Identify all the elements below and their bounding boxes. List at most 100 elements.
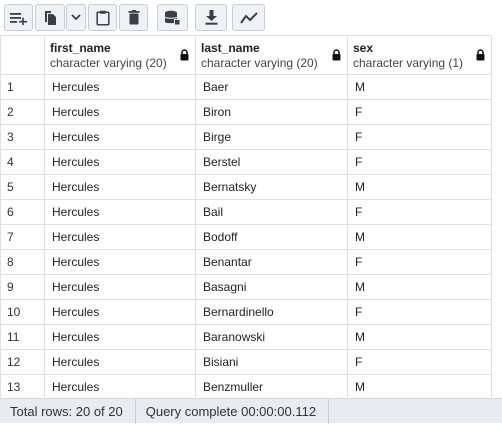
- cell-last-name[interactable]: Biron: [195, 99, 348, 125]
- row-number[interactable]: 12: [0, 349, 45, 375]
- cell-last-name[interactable]: Baer: [195, 74, 348, 100]
- table-row[interactable]: 10 Hercules Bernardinello F: [0, 299, 492, 325]
- row-number[interactable]: 9: [0, 274, 45, 300]
- cell-first-name[interactable]: Hercules: [44, 299, 196, 325]
- cell-first-name[interactable]: Hercules: [44, 274, 196, 300]
- save-data-button[interactable]: [157, 4, 188, 31]
- table-row[interactable]: 5 Hercules Bernatsky M: [0, 174, 492, 200]
- column-name: last_name: [201, 41, 260, 55]
- cell-sex[interactable]: F: [347, 99, 492, 125]
- header-row: first_name character varying (20) last_n…: [0, 35, 492, 75]
- cell-first-name[interactable]: Hercules: [44, 149, 196, 175]
- cell-first-name[interactable]: Hercules: [44, 249, 196, 275]
- cell-first-name[interactable]: Hercules: [44, 174, 196, 200]
- query-toolbar: [0, 0, 502, 35]
- table-row[interactable]: 4 Hercules Berstel F: [0, 149, 492, 175]
- graph-icon: [239, 11, 258, 24]
- column-name: first_name: [50, 41, 111, 55]
- add-row-icon: [9, 12, 27, 25]
- cell-first-name[interactable]: Hercules: [44, 324, 196, 350]
- cell-first-name[interactable]: Hercules: [44, 349, 196, 375]
- row-number[interactable]: 8: [0, 249, 45, 275]
- cell-last-name[interactable]: Berstel: [195, 149, 348, 175]
- row-number[interactable]: 1: [0, 74, 45, 100]
- delete-button[interactable]: [119, 4, 148, 31]
- data-output-grid: first_name character varying (20) last_n…: [0, 35, 502, 398]
- row-number[interactable]: 2: [0, 99, 45, 125]
- query-time-status: Query complete 00:00:00.112: [145, 403, 317, 419]
- cell-sex[interactable]: M: [347, 324, 492, 350]
- cell-sex[interactable]: F: [347, 124, 492, 150]
- column-header-first-name[interactable]: first_name character varying (20): [44, 35, 196, 75]
- cell-last-name[interactable]: Benzmuller: [195, 374, 348, 398]
- table-row[interactable]: 13 Hercules Benzmuller M: [0, 374, 492, 398]
- cell-sex[interactable]: M: [347, 174, 492, 200]
- cell-first-name[interactable]: Hercules: [44, 224, 196, 250]
- graph-visualiser-button[interactable]: [232, 4, 265, 31]
- cell-sex[interactable]: M: [347, 374, 492, 398]
- table-row[interactable]: 7 Hercules Bodoff M: [0, 224, 492, 250]
- lock-icon: [332, 49, 341, 61]
- cell-last-name[interactable]: Baranowski: [195, 324, 348, 350]
- column-type: character varying (20): [50, 56, 167, 70]
- cell-last-name[interactable]: Bernardinello: [195, 299, 348, 325]
- select-all-cell[interactable]: [0, 35, 45, 75]
- row-number[interactable]: 11: [0, 324, 45, 350]
- status-divider: [328, 398, 330, 424]
- column-type: character varying (20): [201, 56, 318, 70]
- row-number[interactable]: 3: [0, 124, 45, 150]
- table-row[interactable]: 3 Hercules Birge F: [0, 124, 492, 150]
- cell-sex[interactable]: M: [347, 224, 492, 250]
- cell-sex[interactable]: M: [347, 74, 492, 100]
- cell-last-name[interactable]: Bodoff: [195, 224, 348, 250]
- cell-first-name[interactable]: Hercules: [44, 199, 196, 225]
- cell-sex[interactable]: F: [347, 149, 492, 175]
- column-header-last-name[interactable]: last_name character varying (20): [195, 35, 348, 75]
- copy-icon: [45, 10, 56, 25]
- cell-last-name[interactable]: Bail: [195, 199, 348, 225]
- cell-last-name[interactable]: Bisiani: [195, 349, 348, 375]
- row-number[interactable]: 4: [0, 149, 45, 175]
- cell-sex[interactable]: F: [347, 199, 492, 225]
- lock-icon: [476, 49, 485, 61]
- copy-options-dropdown[interactable]: [66, 4, 86, 31]
- cell-sex[interactable]: F: [347, 249, 492, 275]
- chevron-down-icon: [71, 14, 81, 21]
- cell-last-name[interactable]: Birge: [195, 124, 348, 150]
- column-name: sex: [353, 41, 374, 55]
- cell-last-name[interactable]: Bernatsky: [195, 174, 348, 200]
- row-number[interactable]: 6: [0, 199, 45, 225]
- cell-sex[interactable]: F: [347, 349, 492, 375]
- paste-icon: [95, 10, 110, 26]
- cell-sex[interactable]: M: [347, 274, 492, 300]
- table-row[interactable]: 6 Hercules Bail F: [0, 199, 492, 225]
- cell-first-name[interactable]: Hercules: [44, 374, 196, 398]
- table-row[interactable]: 11 Hercules Baranowski M: [0, 324, 492, 350]
- table-row[interactable]: 12 Hercules Bisiani F: [0, 349, 492, 375]
- table-row[interactable]: 8 Hercules Benantar F: [0, 249, 492, 275]
- add-row-button[interactable]: [4, 4, 33, 31]
- table-row[interactable]: 2 Hercules Biron F: [0, 99, 492, 125]
- cell-first-name[interactable]: Hercules: [44, 124, 196, 150]
- download-icon: [205, 10, 217, 25]
- cell-last-name[interactable]: Basagni: [195, 274, 348, 300]
- cell-first-name[interactable]: Hercules: [44, 74, 196, 100]
- copy-button[interactable]: [35, 4, 65, 31]
- table-row[interactable]: 1 Hercules Baer M: [0, 74, 492, 100]
- status-bar: Total rows: 20 of 20 Query complete 00:0…: [0, 398, 502, 424]
- table-row[interactable]: 9 Hercules Basagni M: [0, 274, 492, 300]
- result-table: first_name character varying (20) last_n…: [0, 35, 492, 398]
- cell-sex[interactable]: F: [347, 299, 492, 325]
- row-number[interactable]: 5: [0, 174, 45, 200]
- row-number[interactable]: 13: [0, 374, 45, 398]
- delete-icon: [128, 10, 139, 25]
- paste-button[interactable]: [88, 4, 117, 31]
- column-header-sex[interactable]: sex character varying (1): [347, 35, 492, 75]
- save-data-icon: [164, 10, 181, 25]
- row-number[interactable]: 7: [0, 224, 45, 250]
- download-button[interactable]: [195, 4, 227, 31]
- cell-first-name[interactable]: Hercules: [44, 99, 196, 125]
- cell-last-name[interactable]: Benantar: [195, 249, 348, 275]
- row-number[interactable]: 10: [0, 299, 45, 325]
- total-rows-status: Total rows: 20 of 20: [10, 403, 123, 419]
